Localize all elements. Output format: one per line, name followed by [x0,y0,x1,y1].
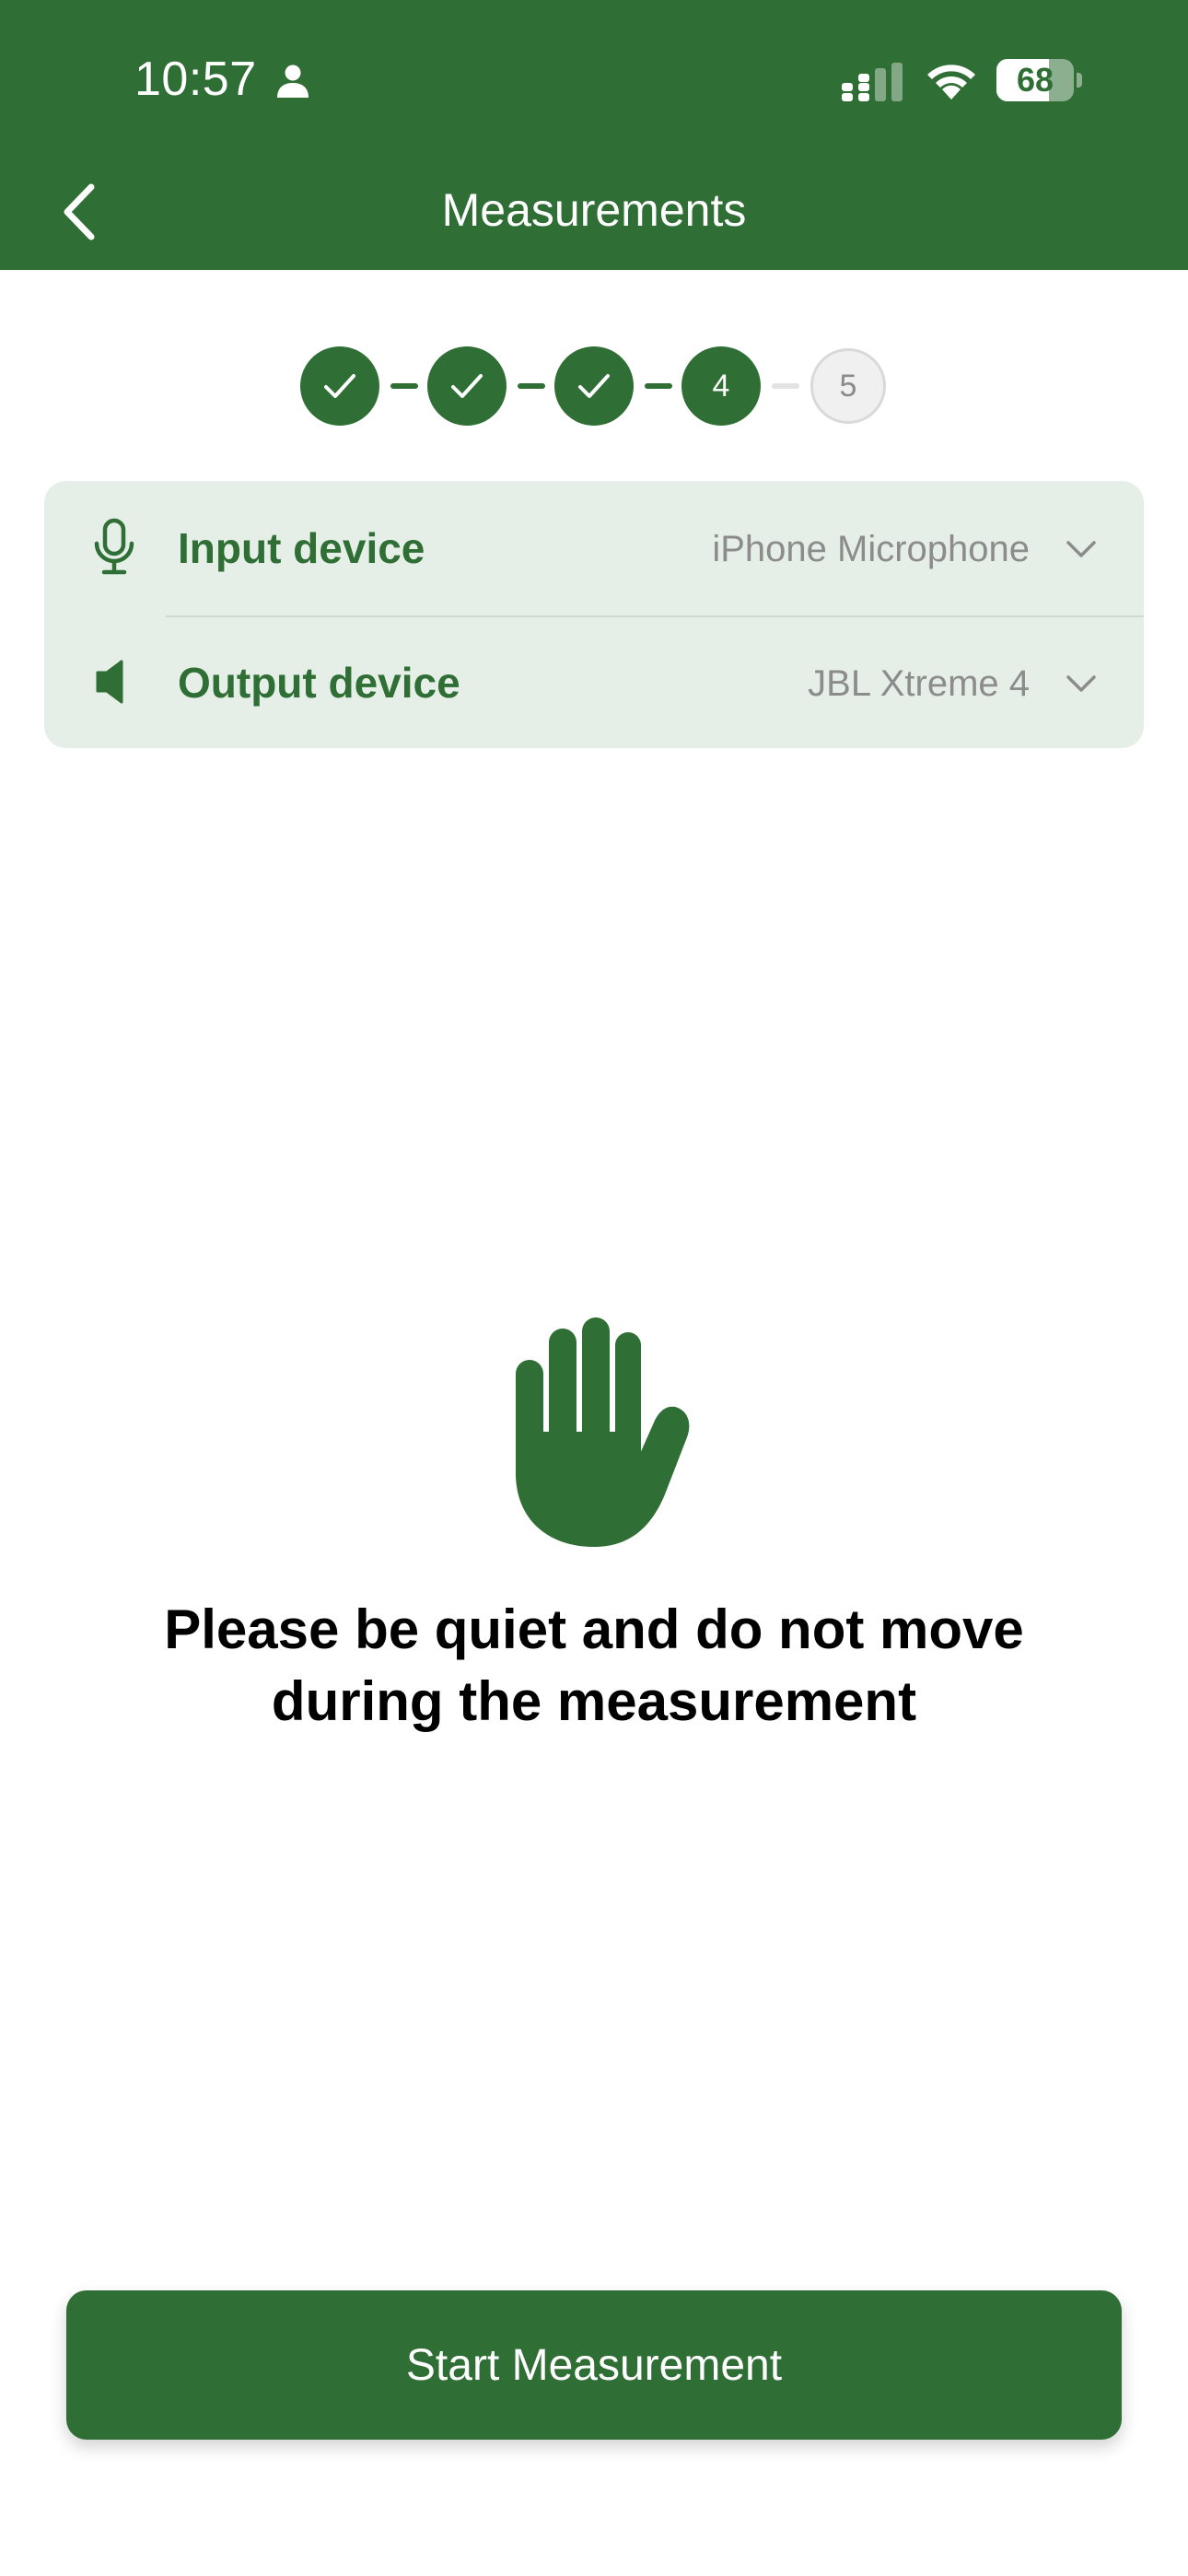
speaker-icon [96,660,123,704]
cellular-signal-icon [842,63,903,101]
wifi-icon [927,64,975,100]
raised-hand-icon [516,1317,690,1547]
chevron-down-icon [1066,541,1096,557]
instruction-line-2: during the measurement [271,1670,917,1732]
output-device-value: JBL Xtreme 4 [808,663,1030,704]
device-settings-card: Input device iPhone Microphone Output de… [44,481,1144,748]
progress-stepper: 4 5 [0,345,1188,427]
output-device-row[interactable]: Output device JBL Xtreme 4 [44,615,1144,748]
output-device-label: Output device [178,659,460,707]
step-connector [390,383,418,389]
microphone-icon [94,518,134,575]
page-title: Measurements [441,184,747,236]
step-2 [427,346,507,426]
status-time: 10:57 [134,53,257,106]
input-device-row[interactable]: Input device iPhone Microphone [44,481,1144,615]
step-5: 5 [810,348,886,424]
step-connector [772,383,799,389]
step-connector [645,383,672,389]
step-3 [554,346,634,426]
step-1 [300,346,379,426]
battery-level: 68 [1016,61,1054,99]
step-connector [518,383,545,389]
instruction-line-1: Please be quiet and do not move [164,1598,1024,1660]
start-measurement-button[interactable]: Start Measurement [66,2290,1122,2440]
measurements-screen: 10:57 68 Measurements 4 5 Input device i… [0,0,1188,2576]
input-device-value: iPhone Microphone [712,529,1030,569]
step-4: 4 [681,346,761,426]
checkmark-icon [578,374,610,398]
header-bar: 10:57 68 Measurements [0,0,1188,270]
quiet-instruction-text: Please be quiet and do not move during t… [92,1594,1096,1738]
battery-indicator: 68 [996,59,1082,101]
chevron-down-icon [1066,675,1096,692]
person-icon [277,64,309,98]
battery-nub [1077,73,1082,88]
checkmark-icon [451,374,483,398]
battery-body: 68 [996,59,1074,101]
input-device-label: Input device [178,524,425,572]
checkmark-icon [324,374,355,398]
